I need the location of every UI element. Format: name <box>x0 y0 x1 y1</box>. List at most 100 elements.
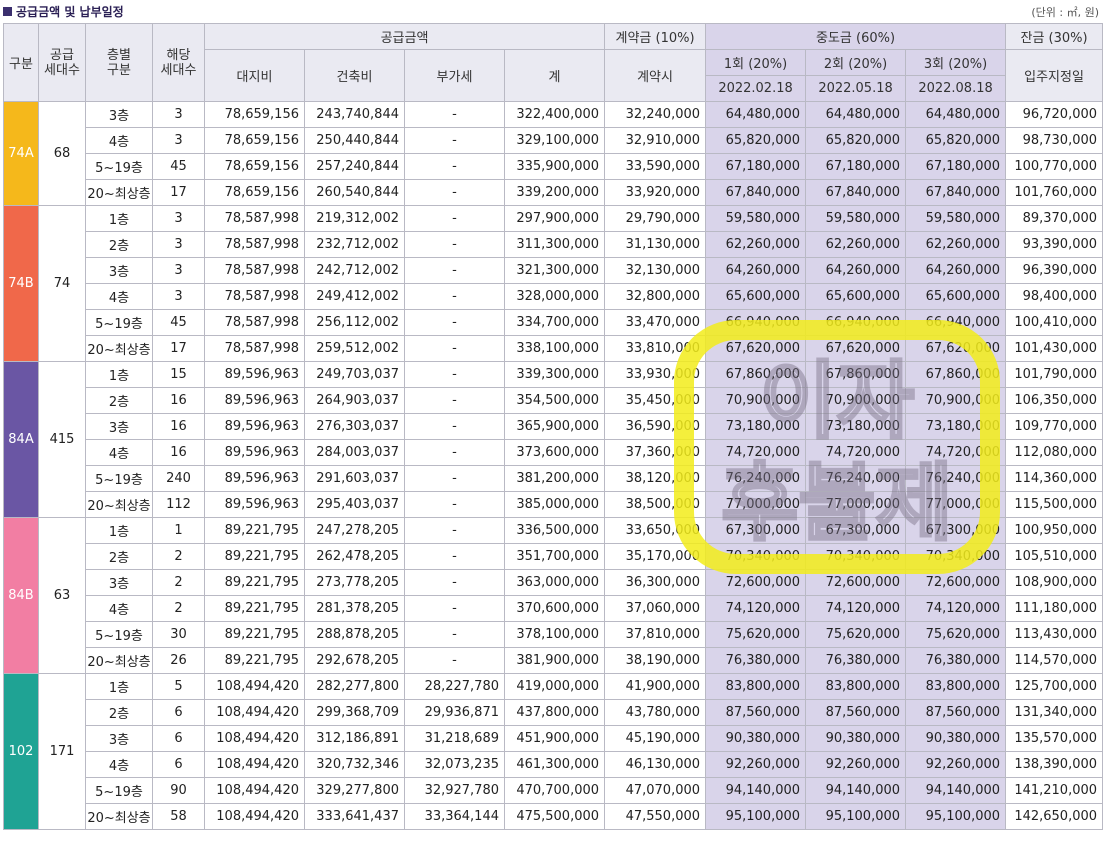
contract-cell: 37,060,000 <box>604 595 707 622</box>
header-units: 해당 세대수 <box>152 23 205 102</box>
vat-cell: 32,073,235 <box>404 751 505 778</box>
section-title-text: 공급금액 및 납부일정 <box>16 5 124 19</box>
mid1-cell: 65,820,000 <box>705 127 807 154</box>
mid1-cell: 70,340,000 <box>705 543 807 570</box>
mid1-cell: 67,860,000 <box>705 361 807 388</box>
table-row: 3층 6 108,494,420 312,186,891 31,218,689 451,9… <box>4 725 1104 752</box>
total-cell: 365,900,000 <box>503 413 606 440</box>
building-cell: 262,478,205 <box>304 543 405 570</box>
table-row: 20~최상층 26 89,221,795 292,678,205-381,900,00… <box>4 647 1104 674</box>
balance-cell: 101,790,000 <box>1005 361 1104 388</box>
units-cell: 17 <box>152 179 205 206</box>
table-row: 20~최상층 17 78,659,156 260,540,844-339,200,00… <box>4 179 1104 206</box>
vat-cell: - <box>404 179 505 206</box>
section-title: 공급금액 및 납부일정 <box>3 3 124 20</box>
units-cell: 90 <box>152 777 205 804</box>
units-cell: 2 <box>152 595 205 622</box>
balance-cell: 93,390,000 <box>1005 231 1104 258</box>
balance-cell: 114,360,000 <box>1005 465 1104 492</box>
floor-cell: 3층 <box>85 725 153 752</box>
header-floor: 층별 구분 <box>85 23 153 102</box>
vat-cell: 32,927,780 <box>404 777 505 804</box>
vat-cell: - <box>404 127 505 154</box>
table-row: 3층 3 78,587,998 242,712,002-321,300,000 32,1… <box>4 257 1104 284</box>
vat-cell: - <box>404 387 505 414</box>
balance-cell: 131,340,000 <box>1005 699 1104 726</box>
contract-cell: 31,130,000 <box>604 231 707 258</box>
total-cell: 336,500,000 <box>503 517 606 544</box>
land-cell: 89,596,963 <box>204 465 305 492</box>
table-row: 102 171 1층 5 108,494,420 282,277,800 28,227,78… <box>3 673 1104 830</box>
floor-cell: 4층 <box>85 283 153 310</box>
mid3-cell: 66,940,000 <box>905 309 1007 336</box>
total-cell: 461,300,000 <box>503 751 606 778</box>
vat-cell: - <box>404 647 505 674</box>
mid2-cell: 87,560,000 <box>805 699 907 726</box>
vat-cell: - <box>404 205 505 232</box>
mid2-cell: 77,000,000 <box>805 491 907 518</box>
balance-cell: 106,350,000 <box>1005 387 1104 414</box>
units-cell: 2 <box>152 543 205 570</box>
table-row: 84B 63 1층 1 89,221,795 247,278,205-336,500,00… <box>3 517 1104 674</box>
mid1-cell: 59,580,000 <box>705 205 807 232</box>
floor-cell: 20~최상층 <box>85 803 153 830</box>
units-cell: 3 <box>152 231 205 258</box>
building-cell: 250,440,844 <box>304 127 405 154</box>
land-cell: 89,596,963 <box>204 491 305 518</box>
mid3-cell: 64,260,000 <box>905 257 1007 284</box>
supply-units-cell: 415 <box>38 361 86 518</box>
balance-cell: 100,770,000 <box>1005 153 1104 180</box>
total-cell: 334,700,000 <box>503 309 606 336</box>
vat-cell: - <box>404 231 505 258</box>
mid3-cell: 67,620,000 <box>905 335 1007 362</box>
contract-cell: 36,300,000 <box>604 569 707 596</box>
building-cell: 242,712,002 <box>304 257 405 284</box>
balance-cell: 98,400,000 <box>1005 283 1104 310</box>
floor-cell: 20~최상층 <box>85 491 153 518</box>
contract-cell: 41,900,000 <box>604 673 707 700</box>
vat-cell: - <box>404 283 505 310</box>
mid3-cell: 67,840,000 <box>905 179 1007 206</box>
balance-cell: 101,430,000 <box>1005 335 1104 362</box>
mid2-cell: 92,260,000 <box>805 751 907 778</box>
mid3-cell: 76,380,000 <box>905 647 1007 674</box>
table-row: 74A 68 3층 3 78,659,156 243,740,844-322,400,00… <box>3 101 1104 206</box>
total-cell: 381,900,000 <box>503 647 606 674</box>
vat-cell: - <box>404 491 505 518</box>
mid3-cell: 59,580,000 <box>905 205 1007 232</box>
mid1-cell: 95,100,000 <box>705 803 807 830</box>
mid3-cell: 74,120,000 <box>905 595 1007 622</box>
total-cell: 338,100,000 <box>503 335 606 362</box>
contract-cell: 38,500,000 <box>604 491 707 518</box>
land-cell: 78,659,156 <box>204 153 305 180</box>
table-row: 5~19층 45 78,587,998 256,112,002-334,700,000… <box>4 309 1104 336</box>
table-row: 20~최상층 58 108,494,420 333,641,437 33,364,144… <box>4 803 1104 830</box>
table-row: 2층 2 89,221,795 262,478,205-351,700,000 35,1… <box>4 543 1104 570</box>
floor-cell: 2층 <box>85 699 153 726</box>
balance-cell: 89,370,000 <box>1005 205 1104 232</box>
total-cell: 328,000,000 <box>503 283 606 310</box>
table-row: 20~최상층 17 78,587,998 259,512,002-338,100,00… <box>4 335 1104 362</box>
units-cell: 16 <box>152 413 205 440</box>
mid3-cell: 76,240,000 <box>905 465 1007 492</box>
header-mid2: 2회 (20%) <box>805 49 907 76</box>
total-cell: 322,400,000 <box>503 101 606 128</box>
mid2-cell: 70,900,000 <box>805 387 907 414</box>
balance-cell: 115,500,000 <box>1005 491 1104 518</box>
contract-cell: 38,190,000 <box>604 647 707 674</box>
land-cell: 108,494,420 <box>204 803 305 830</box>
vat-cell: - <box>404 465 505 492</box>
table-row: 5~19층 90 108,494,420 329,277,800 32,927,780 4… <box>4 777 1104 804</box>
land-cell: 89,221,795 <box>204 621 305 648</box>
vat-cell: - <box>404 257 505 284</box>
building-cell: 292,678,205 <box>304 647 405 674</box>
table-row: 20~최상층 112 89,596,963 295,403,037-385,000,0… <box>4 491 1104 518</box>
mid1-cell: 62,260,000 <box>705 231 807 258</box>
balance-cell: 98,730,000 <box>1005 127 1104 154</box>
table-row: 84A 415 1층 15 89,596,963 249,703,037-339,300,… <box>3 361 1104 518</box>
vat-cell: - <box>404 309 505 336</box>
vat-cell: - <box>404 335 505 362</box>
building-cell: 276,303,037 <box>304 413 405 440</box>
mid2-cell: 70,340,000 <box>805 543 907 570</box>
total-cell: 373,600,000 <box>503 439 606 466</box>
